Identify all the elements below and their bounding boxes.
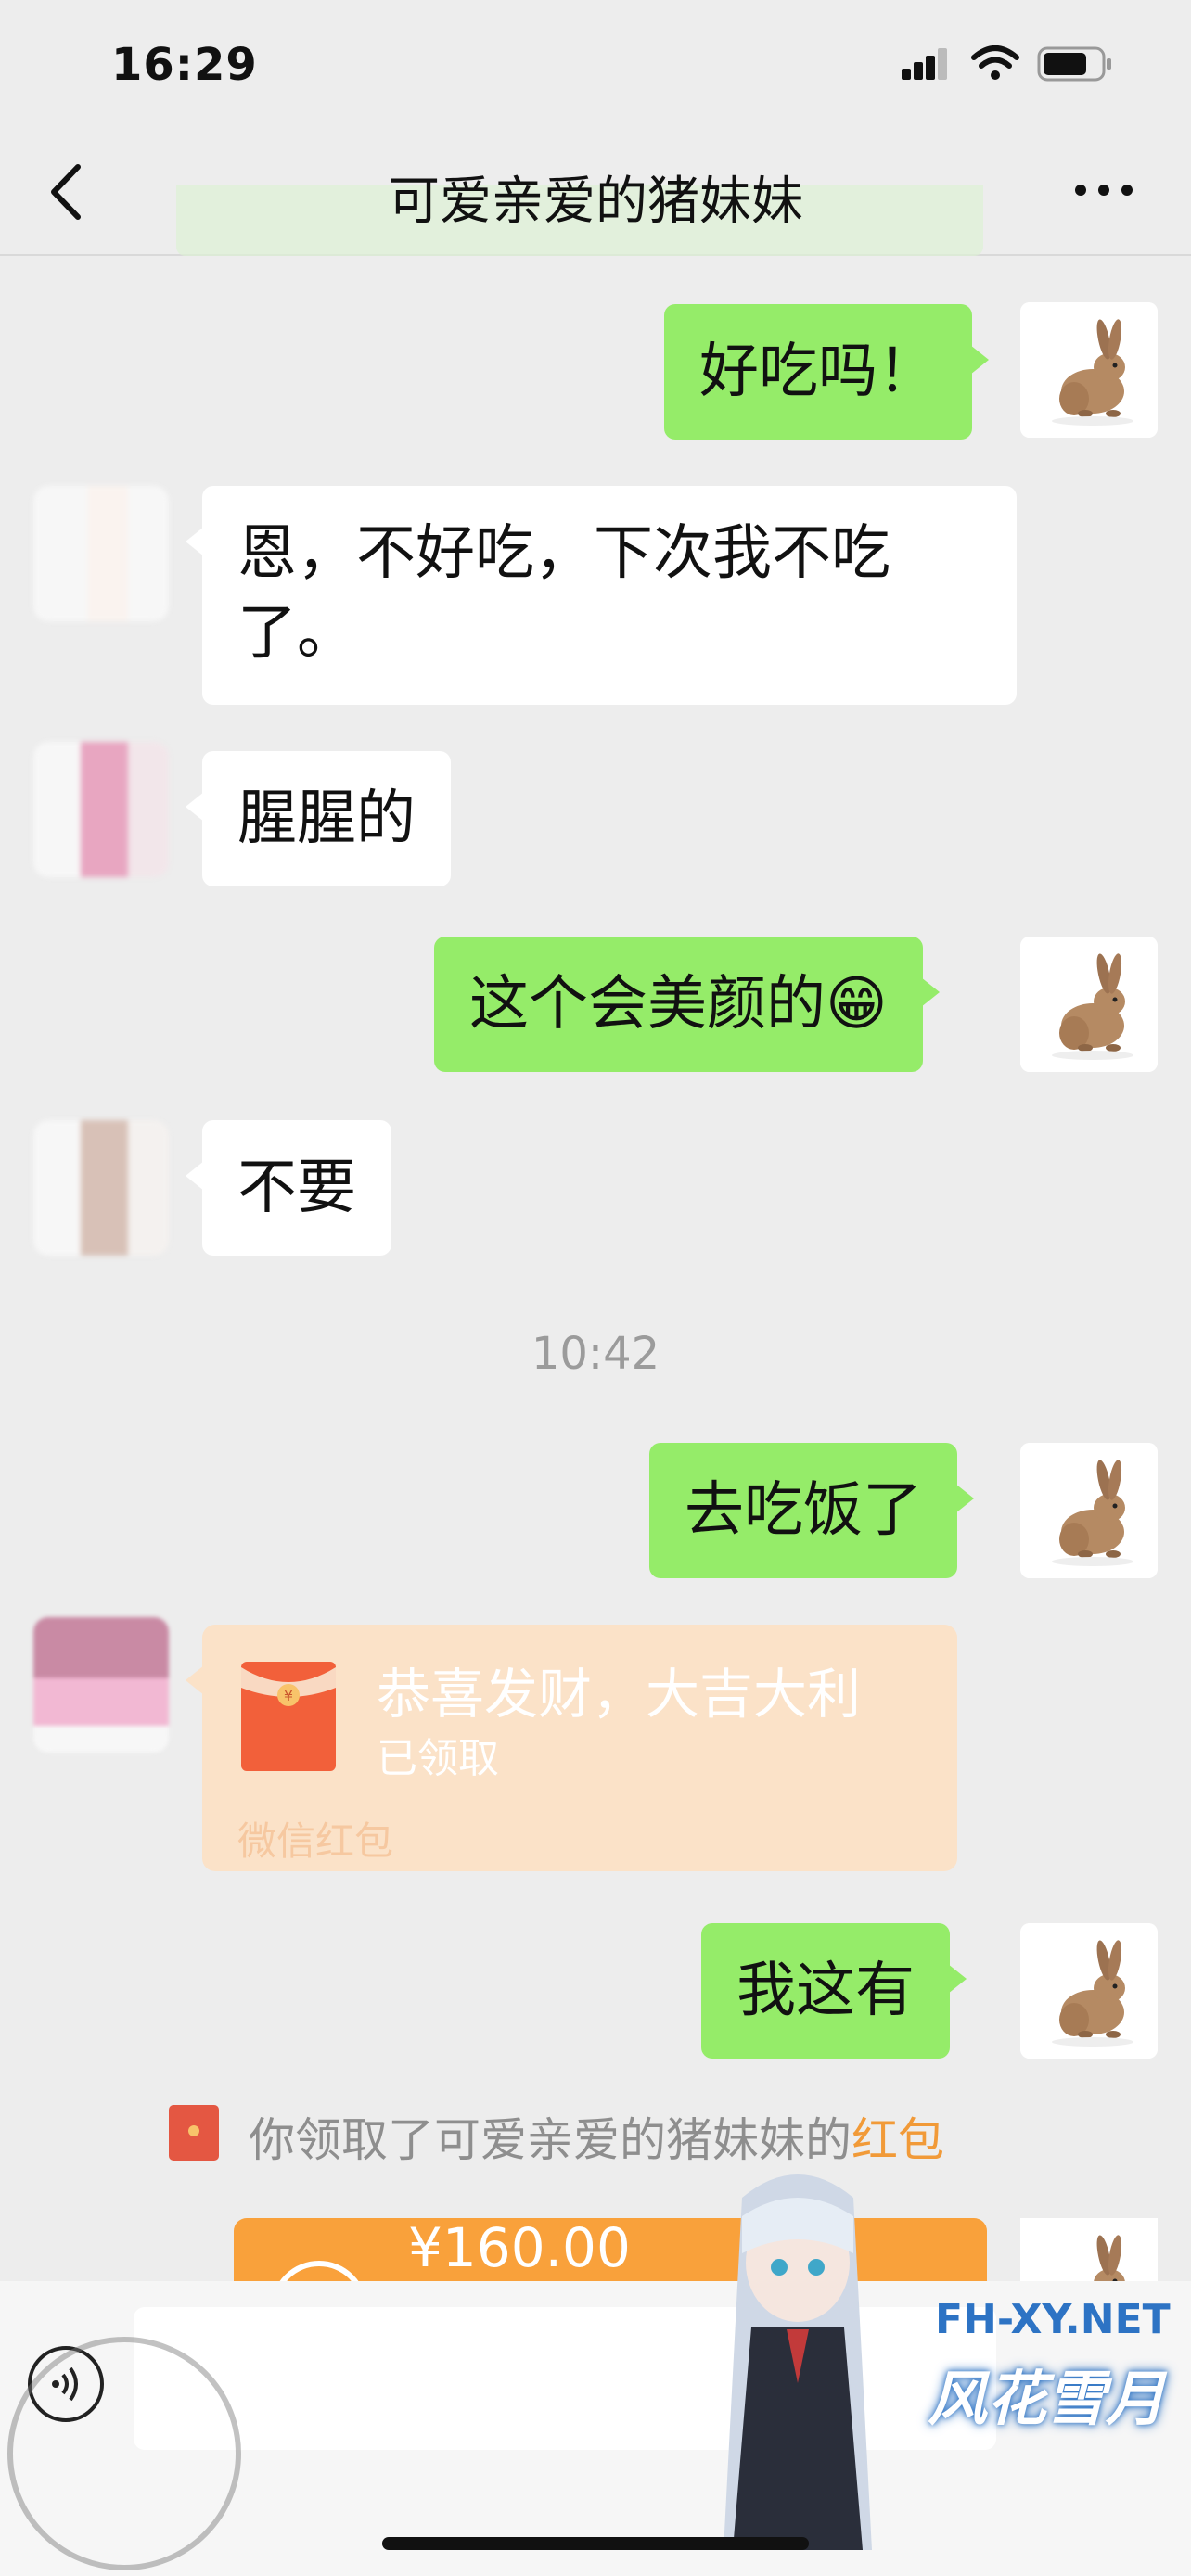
red-packet-card[interactable]: ¥ 恭喜发财，大吉大利 已领取 微信红包: [186, 1625, 957, 1871]
contact-avatar[interactable]: [33, 1617, 169, 1753]
message-text: 我这有: [736, 1957, 915, 2025]
message-text: 腥腥的: [237, 784, 416, 853]
message-bubble-received[interactable]: 腥腥的: [186, 751, 451, 886]
my-avatar[interactable]: [1020, 302, 1158, 438]
message-text-line-1: 恩，不好吃，下次我不吃: [237, 519, 890, 588]
battery-icon: [1037, 46, 1111, 82]
message-text: 这个会美颜的😁: [469, 970, 888, 1039]
signal-icon: [902, 48, 947, 80]
status-time: 16:29: [111, 39, 258, 91]
my-avatar[interactable]: [1020, 937, 1158, 1072]
message-text: 好吃吗！: [699, 338, 937, 406]
message-bubble-received[interactable]: 恩，不好吃，下次我不吃 了。: [186, 486, 1017, 705]
wifi-icon: [971, 45, 1019, 80]
message-text-line-2: 了。: [237, 599, 356, 668]
message-text: 去吃饭了: [685, 1476, 922, 1545]
contact-avatar[interactable]: [33, 486, 169, 621]
message-text: 不要: [237, 1154, 356, 1222]
red-packet-status: 已领取: [377, 1735, 499, 1782]
message-bubble-sent[interactable]: 去吃饭了: [649, 1443, 974, 1578]
message-bubble-received[interactable]: 不要: [186, 1120, 391, 1256]
contact-avatar[interactable]: [33, 742, 169, 877]
my-avatar[interactable]: [1020, 1923, 1158, 2059]
transfer-amount: ¥160.00: [408, 2216, 631, 2279]
my-avatar[interactable]: [1020, 1443, 1158, 1578]
contact-avatar[interactable]: [33, 1120, 169, 1256]
red-packet-title: 恭喜发财，大吉大利: [377, 1663, 862, 1726]
message-bubble-sent[interactable]: 这个会美颜的😁: [434, 937, 940, 1072]
home-indicator[interactable]: [382, 2537, 809, 2550]
watermark-character: [724, 2174, 872, 2550]
red-packet-small-icon: [169, 2105, 219, 2161]
svg-text:¥: ¥: [284, 1687, 293, 1704]
message-bubble-sent[interactable]: 好吃吗！: [664, 304, 989, 440]
chat-title: 可爱亲爱的猪妹妹: [388, 172, 803, 232]
message-bubble-sent[interactable]: 我这有: [701, 1923, 967, 2059]
watermark-stamp: [7, 2337, 241, 2570]
notice-text: 你领取了可爱亲爱的猪妹妹的: [249, 2113, 852, 2167]
time-separator: 10:42: [531, 1328, 660, 1380]
red-packet-icon: ¥: [241, 1662, 336, 1771]
watermark-name: 风花雪月: [928, 2366, 1165, 2434]
red-packet-footer: 微信红包: [237, 1818, 394, 1864]
red-packet-link[interactable]: 红包: [852, 2113, 944, 2167]
watermark-site: FH-XY.NET: [935, 2296, 1171, 2343]
more-icon[interactable]: [1067, 167, 1141, 213]
